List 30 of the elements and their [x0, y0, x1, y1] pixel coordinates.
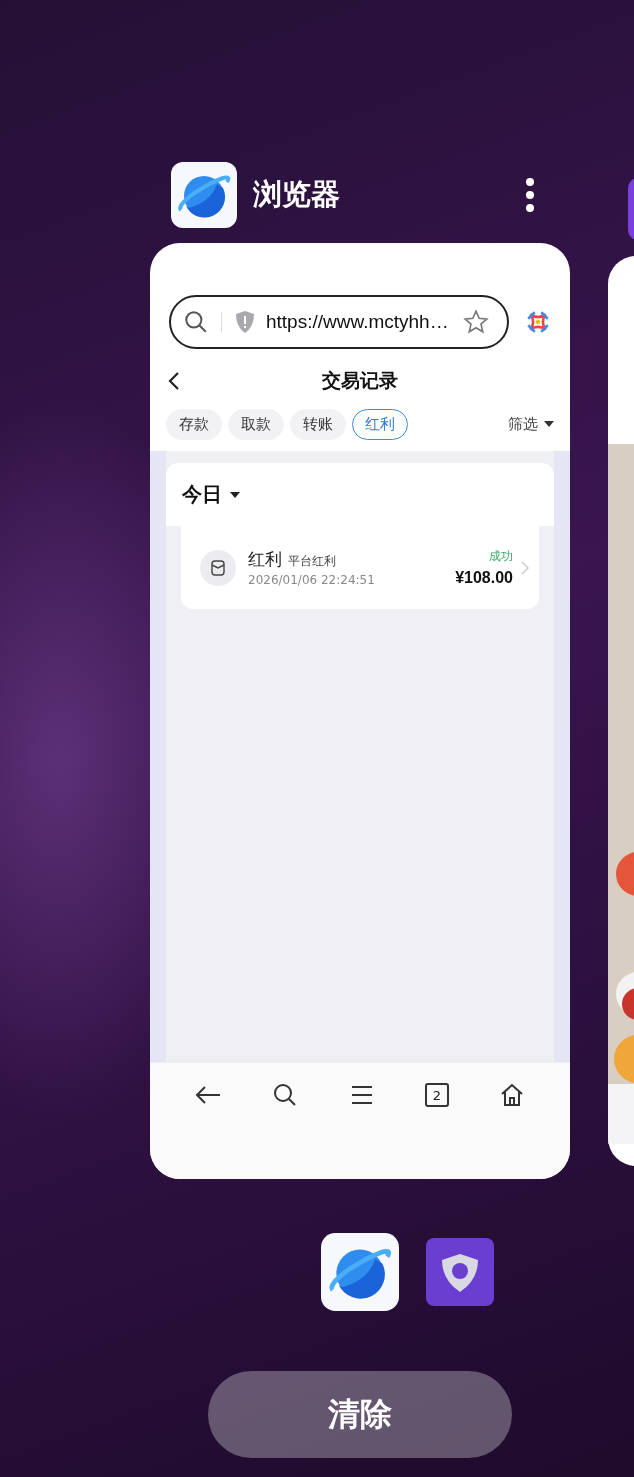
back-icon[interactable] — [168, 371, 180, 391]
page-title: 交易记录 — [322, 368, 398, 393]
date-dropdown[interactable]: 今日 — [166, 463, 554, 526]
filter-tab[interactable]: 转账 — [290, 408, 346, 440]
filter-dropdown[interactable]: 筛选 — [508, 414, 554, 434]
star-icon[interactable] — [463, 309, 489, 335]
browser-icon[interactable] — [171, 162, 237, 228]
caret-icon — [544, 421, 554, 427]
more-icon[interactable] — [525, 178, 535, 212]
filter-tab[interactable]: 存款 — [166, 408, 222, 440]
clear-button[interactable]: 清除 — [208, 1371, 512, 1458]
record-type: 红利 — [248, 549, 282, 569]
record-subtitle: 平台红利 — [288, 554, 336, 568]
app-preview-card[interactable]: https://www.mctyhh… 交易记录 存款 取款 转账 红利 筛选 今日 红利 平台红利 2026/01/06 22:24:51 成功 ¥108.00 2 — [150, 243, 570, 1179]
amount: ¥108.00 — [455, 569, 513, 587]
browser-icon[interactable] — [321, 1233, 399, 1311]
status-label: 成功 — [488, 548, 513, 565]
record-time: 2026/01/06 22:24:51 — [248, 573, 376, 587]
url-text: https://www.mctyhh… — [266, 311, 450, 333]
filter-tab[interactable]: 取款 — [228, 408, 284, 440]
filter-tab[interactable]: 红利 — [352, 408, 408, 440]
address-bar[interactable]: https://www.mctyhh… — [169, 295, 509, 349]
record-card[interactable]: 红利 平台红利 2026/01/06 22:24:51 成功 ¥108.00 — [181, 526, 539, 609]
caret-icon — [230, 491, 240, 498]
app-title: 浏览器 — [253, 176, 341, 213]
search-icon[interactable] — [183, 309, 209, 335]
tab-count-button[interactable]: 2 — [424, 1083, 449, 1107]
shield-app-icon[interactable] — [426, 1238, 494, 1306]
colorful-knot-icon[interactable] — [525, 309, 551, 335]
shield-icon — [234, 310, 256, 334]
